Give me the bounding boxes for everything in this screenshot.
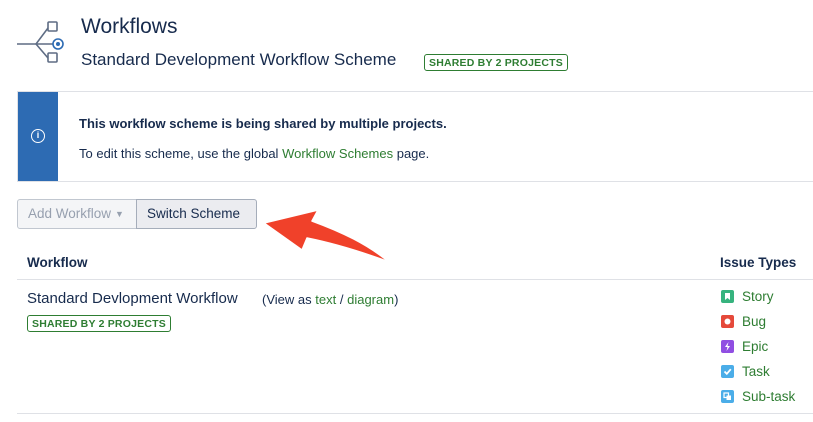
story-icon	[721, 290, 734, 303]
view-prefix: (View as	[262, 292, 312, 307]
chevron-down-icon: ▼	[115, 209, 124, 219]
workflow-shared-badge: SHARED BY 2 PROJECTS	[27, 315, 171, 332]
info-title: This workflow scheme is being shared by …	[79, 116, 447, 131]
view-as-text-link[interactable]: text	[315, 292, 336, 307]
workflow-name: Standard Devlopment Workflow	[27, 290, 238, 307]
column-header-workflow: Workflow	[27, 255, 88, 270]
info-text: To edit this scheme, use the global Work…	[79, 146, 429, 161]
info-text-after: page.	[396, 146, 430, 161]
add-workflow-button[interactable]: Add Workflow ▼	[17, 199, 137, 229]
issue-type-label: Epic	[742, 339, 769, 354]
issue-type-label: Bug	[742, 314, 767, 329]
info-icon: i	[31, 129, 45, 143]
row-divider	[17, 413, 813, 414]
switch-scheme-label: Switch Scheme	[147, 206, 241, 221]
add-workflow-label: Add Workflow	[28, 206, 112, 221]
view-as-diagram-link[interactable]: diagram	[347, 292, 394, 307]
info-strip: i	[18, 92, 58, 181]
issue-type-task[interactable]: Task	[721, 364, 770, 380]
column-header-issue-types: Issue Types	[720, 255, 797, 270]
issue-type-label: Story	[742, 289, 774, 304]
workflow-view-options: (View as text / diagram)	[262, 292, 398, 307]
shared-badge: SHARED BY 2 PROJECTS	[424, 54, 568, 71]
issue-type-label: Sub-task	[742, 389, 796, 404]
issue-type-story[interactable]: Story	[721, 289, 774, 305]
view-suffix: )	[394, 292, 399, 307]
bug-icon	[721, 315, 734, 328]
task-icon	[721, 365, 734, 378]
epic-icon	[721, 340, 734, 353]
header-divider	[17, 279, 813, 280]
view-separator: /	[339, 292, 344, 307]
issue-type-subtask[interactable]: Sub-task	[721, 389, 795, 405]
page-title: Workflows	[81, 15, 178, 38]
issue-type-epic[interactable]: Epic	[721, 339, 768, 355]
workflow-schemes-link[interactable]: Workflow Schemes	[282, 146, 393, 161]
info-text-before: To edit this scheme, use the global	[79, 146, 279, 161]
annotation-arrow	[263, 209, 390, 263]
issue-type-bug[interactable]: Bug	[721, 314, 766, 330]
scheme-name: Standard Development Workflow Scheme	[81, 50, 397, 69]
subtask-icon	[721, 390, 734, 403]
info-message: i This workflow scheme is being shared b…	[17, 91, 813, 182]
switch-scheme-button[interactable]: Switch Scheme	[136, 199, 257, 229]
workflow-icon	[17, 21, 64, 63]
issue-type-label: Task	[742, 364, 770, 379]
